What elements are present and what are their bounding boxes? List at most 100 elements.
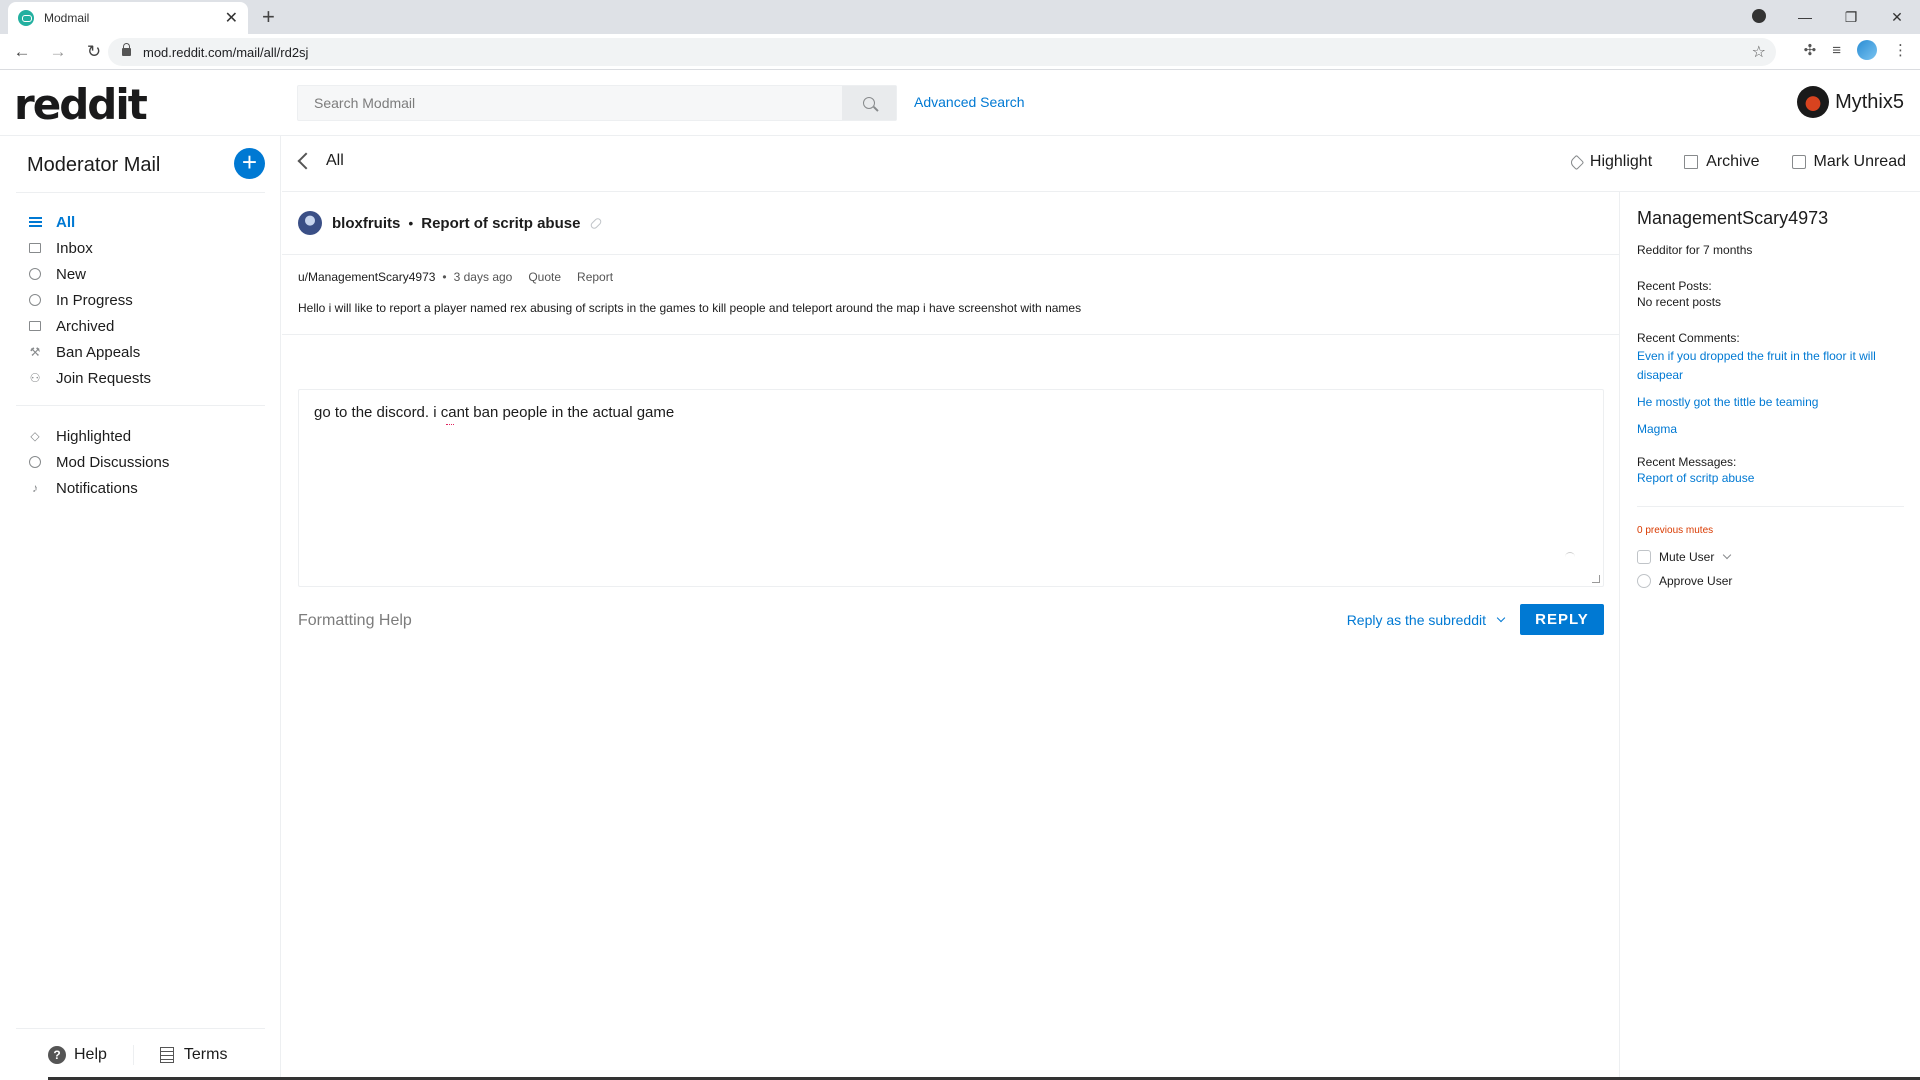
recent-comment-link[interactable]: Magma <box>1637 420 1904 439</box>
recent-message-link[interactable]: Report of scritp abuse <box>1637 469 1904 488</box>
sidebar: Moderator Mail + All Inbox New In Progre… <box>0 136 281 1080</box>
primary-nav: All Inbox New In Progress Archived ⚒ Ban… <box>28 209 151 391</box>
reply-button[interactable]: REPLY <box>1520 604 1604 635</box>
chevron-down-icon <box>1496 613 1506 623</box>
chevron-left-icon <box>297 152 315 170</box>
sidebar-divider <box>16 192 265 193</box>
back-icon[interactable]: ← <box>8 42 36 62</box>
sidebar-item-mod-discussions[interactable]: Mod Discussions <box>28 449 169 475</box>
new-tab-icon[interactable]: + <box>262 4 275 30</box>
forward-icon[interactable]: → <box>44 42 72 62</box>
back-to-all-button[interactable]: All <box>296 152 344 170</box>
tab-title: Modmail <box>44 11 90 25</box>
sidebar-item-label: Highlighted <box>56 427 132 445</box>
profile-menu-icon[interactable] <box>1736 8 1782 26</box>
mute-user-button[interactable]: Mute User <box>1637 550 1904 564</box>
sidebar-item-label: Notifications <box>56 479 138 497</box>
reply-as-label: Reply as the subreddit <box>1346 612 1486 628</box>
star-icon[interactable]: ☆ <box>1752 42 1766 62</box>
lock-icon[interactable] <box>122 43 131 56</box>
highlight-label: Highlight <box>1589 153 1653 170</box>
recent-comment-link[interactable]: Even if you dropped the fruit in the flo… <box>1637 347 1904 385</box>
sidebar-item-join-requests[interactable]: ⚇ Join Requests <box>28 365 151 391</box>
search-bar <box>297 85 897 121</box>
restore-icon[interactable]: ❐ <box>1828 9 1874 26</box>
help-link[interactable]: ? Help <box>48 1045 107 1064</box>
conversation-toolbar: All Highlight Archive Mark Unread <box>282 136 1920 192</box>
sidebar-title: Moderator Mail <box>27 154 161 176</box>
approve-user-label: Approve User <box>1659 574 1733 588</box>
check-circle-icon <box>1637 574 1651 588</box>
recent-comment-link[interactable]: He mostly got the tittle be teaming <box>1637 393 1904 412</box>
sidebar-divider <box>16 405 265 406</box>
advanced-search-link[interactable]: Advanced Search <box>914 94 1025 110</box>
new-message-button[interactable]: + <box>234 148 265 179</box>
reply-textarea[interactable]: go to the discord. i cant ban people in … <box>314 404 1584 574</box>
mark-unread-button[interactable]: Mark Unread <box>1791 153 1906 171</box>
sidebar-item-ban-appeals[interactable]: ⚒ Ban Appeals <box>28 339 151 365</box>
reload-icon[interactable]: ↻ <box>80 42 108 62</box>
sidebar-item-label: Mod Discussions <box>56 453 170 471</box>
sidebar-item-notifications[interactable]: ♪ Notifications <box>28 475 169 501</box>
user-menu[interactable]: Mythix5 <box>1797 86 1904 118</box>
resize-handle[interactable] <box>1592 575 1600 583</box>
close-window-icon[interactable]: ✕ <box>1874 9 1920 26</box>
terms-label: Terms <box>183 1045 228 1063</box>
reply-editor: go to the discord. i cant ban people in … <box>298 389 1604 587</box>
clock-icon <box>28 293 42 307</box>
profile-icon[interactable] <box>1857 40 1877 60</box>
url-text[interactable]: mod.reddit.com/mail/all/rd2sj <box>143 45 308 60</box>
approve-user-button[interactable]: Approve User <box>1637 574 1904 588</box>
sidebar-item-label: Archived <box>56 317 115 335</box>
reply-as-dropdown[interactable]: Reply as the subreddit <box>1346 612 1506 628</box>
message: u/ManagementScary4973 • 3 days ago Quote… <box>298 270 1604 315</box>
link-icon[interactable] <box>589 216 604 230</box>
sidebar-item-label: Inbox <box>56 239 93 257</box>
subreddit-name[interactable]: bloxfruits <box>332 215 400 232</box>
sidebar-item-new[interactable]: New <box>28 261 151 287</box>
url-bar[interactable]: mod.reddit.com/mail/all/rd2sj ☆ <box>108 38 1776 66</box>
list-icon <box>28 215 42 229</box>
media-icon[interactable]: ≡ <box>1832 42 1841 59</box>
menu-icon[interactable]: ⋮ <box>1893 41 1908 59</box>
username: Mythix5 <box>1835 90 1904 113</box>
quote-link[interactable]: Quote <box>528 270 561 284</box>
document-icon <box>159 1046 174 1063</box>
avatar <box>1797 86 1830 118</box>
search-button[interactable] <box>842 86 896 120</box>
sidebar-item-label: All <box>56 213 76 231</box>
hammer-icon: ⚒ <box>29 345 41 359</box>
recent-posts-label: Recent Posts: <box>1637 279 1712 293</box>
mute-user-label: Mute User <box>1659 550 1715 564</box>
highlight-button[interactable]: Highlight <box>1568 153 1653 171</box>
user-panel-name[interactable]: ManagementScary4973 <box>1637 208 1904 229</box>
footer-divider <box>132 1044 134 1065</box>
message-timestamp: 3 days ago <box>453 270 513 284</box>
conversation-header: bloxfruits • Report of scritp abuse <box>282 192 1620 255</box>
extensions-icon[interactable]: ✣ <box>1804 41 1817 59</box>
formatting-help-link[interactable]: Formatting Help <box>298 612 412 630</box>
message-divider <box>282 334 1620 335</box>
search-icon <box>863 97 875 109</box>
terms-link[interactable]: Terms <box>159 1045 228 1064</box>
sidebar-item-label: Join Requests <box>56 369 152 387</box>
sidebar-footer: ? Help Terms <box>16 1028 265 1080</box>
sidebar-item-inbox[interactable]: Inbox <box>28 235 151 261</box>
message-author[interactable]: u/ManagementScary4973 <box>298 270 435 284</box>
conversation-subject: Report of scritp abuse <box>421 214 581 232</box>
browser-tab[interactable]: Modmail ✕ <box>8 2 248 34</box>
reddit-logo[interactable]: reddit <box>14 80 148 129</box>
search-input[interactable] <box>298 86 843 120</box>
close-tab-icon[interactable]: ✕ <box>225 8 238 28</box>
report-link[interactable]: Report <box>577 270 613 284</box>
sidebar-item-all[interactable]: All <box>28 209 151 235</box>
sidebar-item-highlighted[interactable]: ◇ Highlighted <box>28 423 169 449</box>
sidebar-item-archived[interactable]: Archived <box>28 313 151 339</box>
archive-button[interactable]: Archive <box>1684 153 1760 171</box>
bell-icon: ♪ <box>32 481 38 495</box>
separator-dot: • <box>442 270 447 284</box>
minimize-icon[interactable]: — <box>1782 9 1828 25</box>
envelope-icon <box>1791 155 1806 169</box>
sidebar-item-in-progress[interactable]: In Progress <box>28 287 151 313</box>
chevron-down-icon[interactable] <box>1723 550 1732 560</box>
